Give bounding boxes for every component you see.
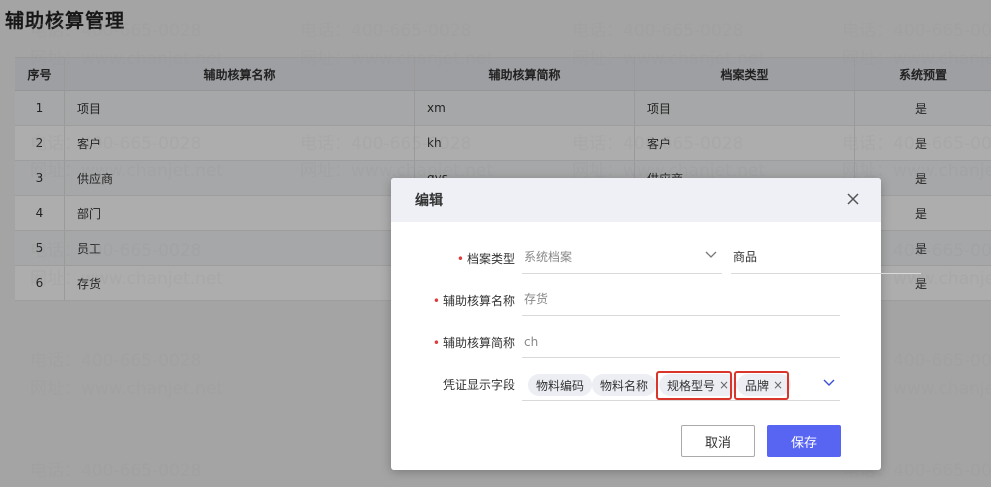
field-tag-material-name: 物料名称 (592, 374, 657, 396)
aux-name-input[interactable]: 存货 (522, 284, 840, 316)
aux-short-name-value: ch (524, 335, 539, 349)
archive-type-value: 系统档案 (524, 250, 573, 264)
field-tag-material-code: 物料编码 (528, 374, 593, 396)
aux-short-name-label: • 辅助核算简称 (432, 336, 515, 350)
aux-name-label: • 辅助核算名称 (432, 294, 515, 308)
highlight-box (734, 371, 789, 400)
chevron-down-icon[interactable] (822, 378, 836, 388)
archive-subtype-select[interactable]: 商品 (731, 242, 921, 274)
save-button[interactable]: 保存 (767, 425, 841, 457)
cancel-button[interactable]: 取消 (681, 425, 755, 457)
archive-type-select[interactable]: 系统档案 (522, 242, 722, 274)
aux-name-value: 存货 (524, 292, 549, 306)
aux-short-name-input[interactable]: ch (522, 326, 840, 358)
archive-subtype-value: 商品 (733, 250, 758, 264)
archive-type-label: • 档案类型 (456, 252, 515, 266)
edit-dialog: 编辑 • 档案类型 系统档案 商品 • 辅助核算名称 存货 • 辅助核算简称 ch 凭… (391, 178, 921, 470)
close-icon[interactable] (845, 191, 861, 207)
dialog-header: 编辑 (391, 178, 881, 222)
chevron-down-icon (705, 251, 717, 258)
highlight-box (656, 371, 732, 400)
dialog-title: 编辑 (415, 193, 443, 209)
display-fields-label: 凭证显示字段 (442, 378, 515, 392)
